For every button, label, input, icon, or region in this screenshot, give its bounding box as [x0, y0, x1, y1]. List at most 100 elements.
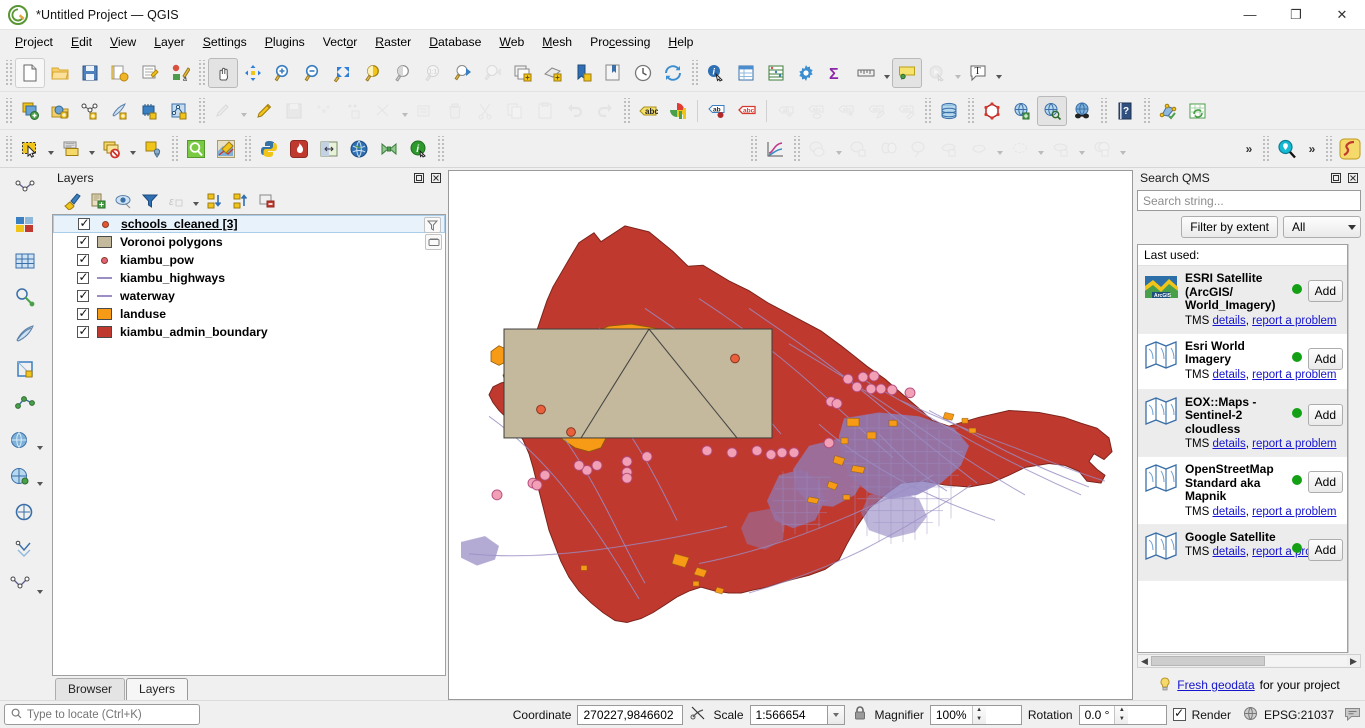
options-icon[interactable]	[791, 58, 821, 88]
collapse-all-icon[interactable]	[229, 190, 253, 212]
highlight-labels-icon[interactable]: abc	[732, 96, 762, 126]
rotation-stepper[interactable]: 0.0 ° ▲ ▼	[1078, 704, 1167, 725]
qms-search-icon[interactable]	[1037, 95, 1067, 126]
manage-visibility-icon[interactable]	[112, 190, 136, 212]
qms-details-link[interactable]: details	[1212, 546, 1245, 558]
info-icon[interactable]: i	[404, 134, 434, 164]
qms-report-problem-link[interactable]: report a problem	[1252, 369, 1336, 381]
spin-up-icon[interactable]: ▲	[973, 706, 986, 715]
memory-layer-badge-icon[interactable]	[425, 234, 442, 250]
digitize-polygon-icon[interactable]	[10, 354, 40, 384]
filter-expression-icon[interactable]: ε	[164, 190, 188, 212]
expand-all-icon[interactable]	[203, 190, 227, 212]
magnifier-value[interactable]: 100%	[931, 706, 972, 724]
qms-service-row[interactable]: EOX::Maps - Sentinel-2 cloudless TMS deta…	[1138, 389, 1347, 457]
toolbar-grip[interactable]	[4, 135, 13, 162]
magnifier-stepper[interactable]: 100% ▲ ▼	[929, 704, 1022, 725]
close-panel-icon[interactable]	[1345, 171, 1360, 186]
rotate-label-icon[interactable]: abc	[831, 96, 861, 126]
toolbar-grip[interactable]	[622, 97, 631, 124]
qms-report-problem-link[interactable]: report a problem	[1252, 315, 1336, 327]
qms-add-button[interactable]: Add	[1307, 538, 1343, 561]
geoprocess-caret[interactable]	[833, 134, 844, 164]
remove-layer-icon[interactable]	[255, 190, 279, 212]
database-manager-icon[interactable]	[934, 96, 964, 126]
toolbar-grip[interactable]	[749, 135, 758, 162]
change-label-icon[interactable]: abc	[861, 96, 891, 126]
rotation-value[interactable]: 0.0 °	[1080, 706, 1115, 724]
toolbar-grip[interactable]	[690, 59, 699, 86]
paste-features-icon[interactable]	[530, 96, 560, 126]
qms-service-row[interactable]: OpenStreetMap Standard aka Mapnik TMS det…	[1138, 457, 1347, 525]
magnifier-spin-buttons[interactable]: ▲ ▼	[971, 705, 986, 724]
maximize-button[interactable]: ❐	[1273, 0, 1319, 30]
modify-attributes-icon[interactable]	[410, 96, 440, 126]
geometry-checker-icon[interactable]	[977, 96, 1007, 126]
deselect-features-icon[interactable]	[97, 134, 127, 164]
zoom-out-icon[interactable]	[298, 58, 328, 88]
scale-combo[interactable]: 1:566654	[749, 704, 845, 725]
style-manager-icon[interactable]: a	[165, 58, 195, 88]
edits-dropdown-caret[interactable]	[238, 96, 249, 126]
buffer-caret[interactable]	[994, 134, 1005, 164]
layer-row[interactable]: kiambu_pow	[53, 251, 445, 269]
run-feature-action-icon[interactable]	[922, 58, 952, 88]
filter-legend-icon[interactable]	[138, 190, 162, 212]
add-delimited-text-icon[interactable]	[105, 96, 135, 126]
layer-visibility-checkbox[interactable]	[77, 252, 89, 266]
toolbar-grip[interactable]	[1261, 135, 1270, 162]
swipe-tool-icon[interactable]	[314, 134, 344, 164]
minimize-button[interactable]: —	[1227, 0, 1273, 30]
layer-row[interactable]: waterway	[53, 287, 445, 305]
processing-toolbox-icon[interactable]	[1153, 96, 1183, 126]
add-postgis-layer-icon[interactable]	[165, 96, 195, 126]
open-project-icon[interactable]	[45, 58, 75, 88]
qms-service-row[interactable]: ArcGIS ESRI Satellite (ArcGIS/ World_Imag…	[1138, 266, 1347, 334]
text-annotation-icon[interactable]: T	[963, 58, 993, 88]
vertex-tool-icon[interactable]	[369, 96, 399, 126]
current-edits-icon[interactable]	[208, 96, 238, 126]
digitize-globe-icon[interactable]	[5, 426, 35, 456]
plot-icon[interactable]	[760, 134, 790, 164]
new-project-icon[interactable]	[15, 57, 45, 88]
layer-row[interactable]: schools_cleaned [3]	[53, 215, 445, 233]
open-attribute-table-icon[interactable]	[731, 58, 761, 88]
scroll-thumb[interactable]	[1151, 656, 1265, 666]
cut-features-icon[interactable]	[470, 96, 500, 126]
select-dropdown-caret[interactable]	[45, 134, 56, 164]
refresh-icon[interactable]	[658, 58, 688, 88]
toolbar-grip[interactable]	[197, 97, 206, 124]
delete-selected-icon[interactable]	[440, 96, 470, 126]
qms-horizontal-scrollbar[interactable]: ◀ ▶	[1137, 654, 1361, 668]
menu-mesh[interactable]: Mesh	[533, 32, 581, 52]
action-dropdown-caret[interactable]	[952, 58, 963, 88]
menu-layer[interactable]: Layer	[145, 32, 194, 52]
tab-browser[interactable]: Browser	[55, 678, 126, 700]
menu-processing[interactable]: Processing	[581, 32, 659, 52]
select-layer-caret[interactable]	[86, 134, 97, 164]
add-layer-icon[interactable]	[15, 96, 45, 126]
qms-service-row[interactable]: Google Satellite TMS details, report a pr…	[1138, 524, 1347, 581]
spin-down-icon[interactable]: ▼	[973, 715, 986, 724]
scroll-left-icon[interactable]: ◀	[1138, 656, 1151, 667]
toggle-editing-icon[interactable]	[249, 96, 279, 126]
qms-details-link[interactable]: details	[1212, 506, 1245, 518]
digitize-line-icon[interactable]	[10, 174, 40, 204]
zoom-in-icon[interactable]	[268, 58, 298, 88]
overflow2-icon[interactable]: »	[1302, 134, 1322, 164]
zoom-last-icon[interactable]	[448, 58, 478, 88]
qms-report-problem-link[interactable]: report a problem	[1252, 438, 1336, 450]
geoprocess-scissor-icon[interactable]	[874, 134, 904, 164]
redo-icon[interactable]	[590, 96, 620, 126]
new-map-view-icon[interactable]	[508, 58, 538, 88]
identify-features-icon[interactable]: i	[701, 58, 731, 88]
geoprocess-clip-icon[interactable]	[844, 134, 874, 164]
digitize-pen-icon[interactable]	[10, 318, 40, 348]
layer-row[interactable]: kiambu_admin_boundary	[53, 323, 445, 341]
digitize-chain-icon[interactable]	[10, 498, 40, 528]
float-panel-icon[interactable]	[411, 171, 426, 186]
spin-down-icon[interactable]: ▼	[1115, 715, 1128, 724]
geoprocess-dash-icon[interactable]	[1005, 134, 1035, 164]
globe-icon[interactable]	[344, 134, 374, 164]
zoom-search-icon[interactable]	[181, 134, 211, 164]
